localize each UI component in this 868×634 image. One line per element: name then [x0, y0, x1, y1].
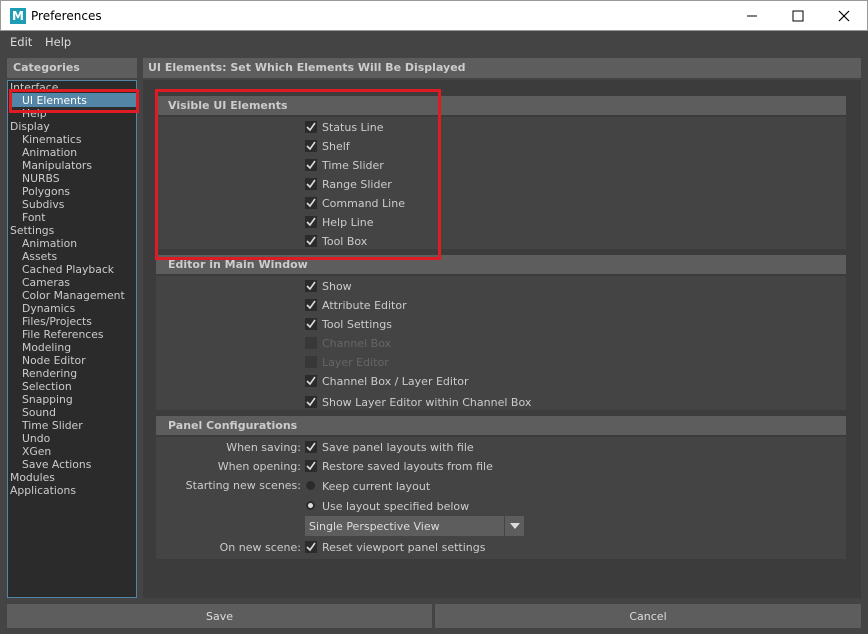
- category-item[interactable]: Sound: [22, 406, 56, 419]
- option-checkbox: [305, 337, 317, 349]
- when-opening-label: When opening:: [217, 460, 301, 473]
- category-item[interactable]: Applications: [10, 484, 76, 497]
- window-title: Preferences: [31, 9, 102, 23]
- category-item[interactable]: Modules: [10, 471, 55, 484]
- checkmark-icon: [306, 281, 316, 291]
- category-item[interactable]: Node Editor: [22, 354, 86, 367]
- category-item[interactable]: Font: [22, 211, 46, 224]
- category-item[interactable]: Assets: [22, 250, 57, 263]
- category-item[interactable]: Cached Playback: [22, 263, 114, 276]
- checkmark-icon: [306, 397, 316, 407]
- option-checkbox[interactable]: [305, 318, 317, 330]
- category-item[interactable]: Polygons: [22, 185, 70, 198]
- option-checkbox: [305, 356, 317, 368]
- radio-use-layout-below-label: Use layout specified below: [322, 500, 470, 513]
- on-new-scene-checkbox[interactable]: [305, 541, 317, 553]
- chevron-down-icon: [509, 523, 520, 529]
- on-new-scene-option: Reset viewport panel settings: [322, 541, 486, 554]
- maximize-icon: [792, 10, 804, 22]
- category-item[interactable]: XGen: [22, 445, 51, 458]
- radio-use-layout-below[interactable]: [306, 501, 315, 510]
- category-item[interactable]: Animation: [22, 237, 77, 250]
- window-titlebar: M Preferences: [0, 0, 868, 31]
- category-item[interactable]: Undo: [22, 432, 50, 445]
- starting-new-scenes-label: Starting new scenes:: [185, 479, 301, 492]
- minimize-button[interactable]: [729, 1, 775, 31]
- layout-select-value: Single Perspective View: [309, 520, 440, 533]
- close-button[interactable]: [821, 1, 867, 31]
- category-item[interactable]: Save Actions: [22, 458, 91, 471]
- category-item[interactable]: File References: [22, 328, 104, 341]
- on-new-scene-label: On new scene:: [219, 541, 301, 554]
- save-button[interactable]: Save: [7, 604, 432, 628]
- layout-select-dropdown[interactable]: Single Perspective View: [305, 516, 524, 536]
- category-item[interactable]: Display: [10, 120, 50, 133]
- categories-header: Categories: [7, 58, 137, 78]
- maya-app-icon: M: [10, 8, 26, 24]
- highlight-box-visible-ui: [155, 89, 441, 260]
- checkmark-icon: [306, 319, 316, 329]
- maximize-button[interactable]: [775, 1, 821, 31]
- minimize-icon: [747, 15, 757, 17]
- category-item[interactable]: Subdivs: [22, 198, 64, 211]
- section-panel-config-header[interactable]: Panel Configurations: [156, 416, 846, 435]
- option-checkbox[interactable]: [305, 375, 317, 387]
- checkmark-icon: [306, 442, 316, 452]
- category-item[interactable]: Kinematics: [22, 133, 82, 146]
- category-item[interactable]: Modeling: [22, 341, 71, 354]
- category-item[interactable]: Dynamics: [22, 302, 75, 315]
- category-item[interactable]: Selection: [22, 380, 72, 393]
- close-icon: [838, 10, 850, 22]
- option-label: Show: [322, 280, 352, 293]
- checkmark-icon: [306, 542, 316, 552]
- checkmark-icon: [306, 461, 316, 471]
- option-label: Show Layer Editor within Channel Box: [322, 396, 532, 409]
- category-item[interactable]: Time Slider: [22, 419, 83, 432]
- category-item[interactable]: Rendering: [22, 367, 77, 380]
- when-saving-checkbox[interactable]: [305, 441, 317, 453]
- option-label: Channel Box: [322, 337, 392, 350]
- cancel-button[interactable]: Cancel: [435, 604, 861, 628]
- when-opening-checkbox[interactable]: [305, 460, 317, 472]
- option-label: Layer Editor: [322, 356, 389, 369]
- checkmark-icon: [306, 376, 316, 386]
- category-item[interactable]: NURBS: [22, 172, 60, 185]
- checkmark-icon: [306, 300, 316, 310]
- highlight-box-ui-elements: [9, 89, 139, 113]
- when-opening-option: Restore saved layouts from file: [322, 460, 493, 473]
- radio-selected-dot: [308, 503, 313, 508]
- option-checkbox[interactable]: [305, 280, 317, 292]
- category-item[interactable]: Manipulators: [22, 159, 92, 172]
- category-item[interactable]: Files/Projects: [22, 315, 92, 328]
- option-label: Tool Settings: [322, 318, 392, 331]
- category-item[interactable]: Snapping: [22, 393, 73, 406]
- when-saving-option: Save panel layouts with file: [322, 441, 474, 454]
- option-label: Channel Box / Layer Editor: [322, 375, 469, 388]
- option-checkbox[interactable]: [305, 396, 317, 408]
- menu-bar: Edit Help: [0, 31, 868, 53]
- when-saving-label: When saving:: [226, 441, 301, 454]
- option-checkbox[interactable]: [305, 299, 317, 311]
- option-label: Attribute Editor: [322, 299, 407, 312]
- radio-keep-current-layout[interactable]: [306, 481, 315, 490]
- radio-keep-current-layout-label: Keep current layout: [322, 480, 431, 493]
- menu-help[interactable]: Help: [45, 35, 71, 49]
- category-item[interactable]: Settings: [10, 224, 54, 237]
- category-item[interactable]: Color Management: [22, 289, 125, 302]
- section-editor-main-body: [156, 276, 846, 410]
- category-item[interactable]: Animation: [22, 146, 77, 159]
- category-item[interactable]: Cameras: [22, 276, 70, 289]
- dropdown-arrow-button[interactable]: [504, 516, 524, 536]
- menu-edit[interactable]: Edit: [10, 35, 32, 49]
- page-title: UI Elements: Set Which Elements Will Be …: [143, 58, 861, 78]
